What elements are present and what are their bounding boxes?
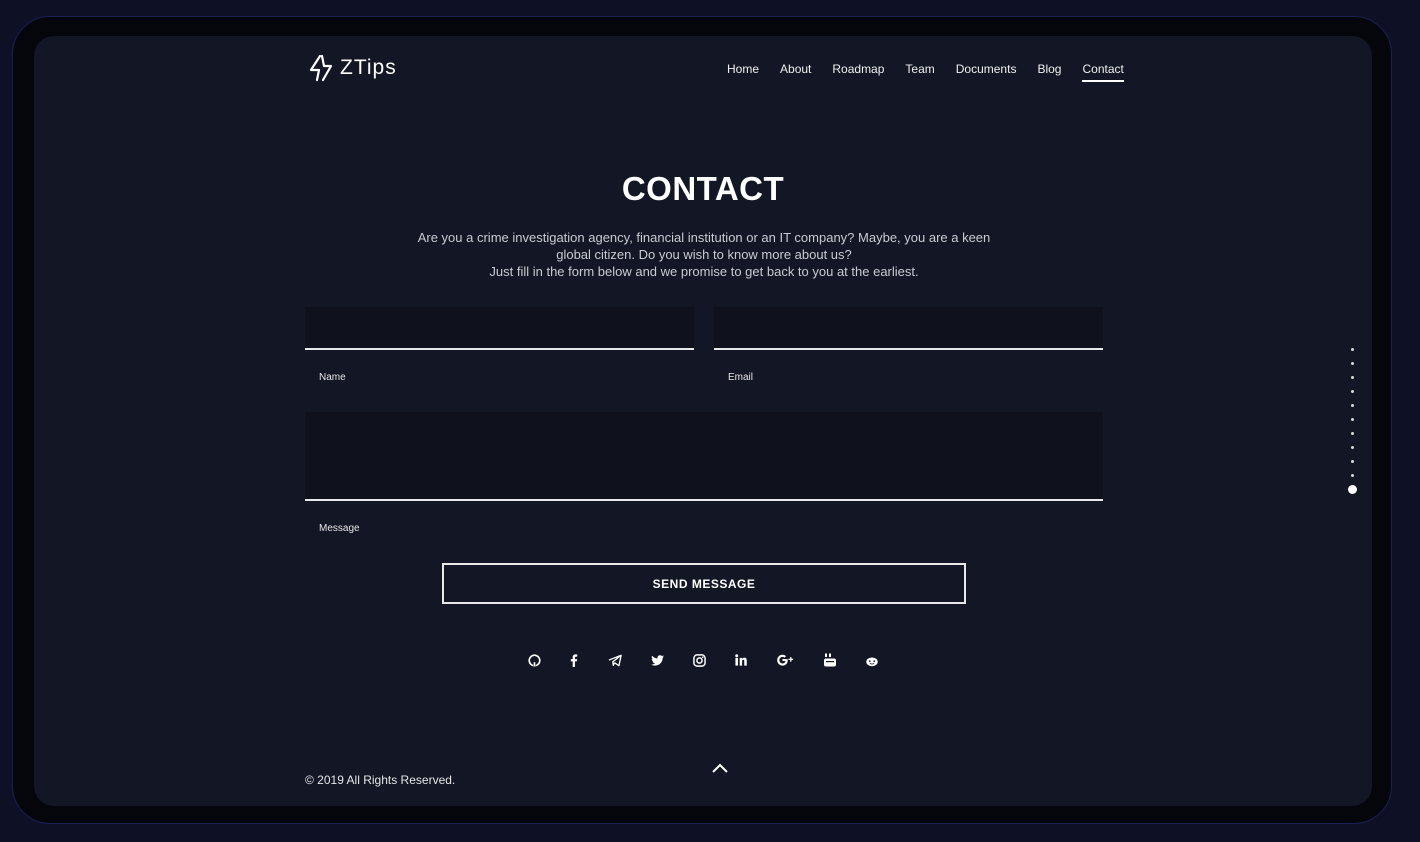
section-dot[interactable] [1351, 348, 1354, 351]
contact-intro: Are you a crime investigation agency, fi… [404, 229, 1004, 280]
message-field-wrapper [305, 412, 1103, 501]
social-links [34, 650, 1372, 670]
device-frame: ZTips Home About Roadmap Team Documents … [12, 16, 1392, 824]
email-field-wrapper [714, 307, 1103, 350]
google-plus-icon[interactable] [775, 650, 795, 670]
section-dot[interactable] [1351, 404, 1354, 407]
section-dot[interactable] [1351, 446, 1354, 449]
brand-logo[interactable]: ZTips [308, 54, 397, 82]
nav-about[interactable]: About [780, 62, 811, 82]
section-dot[interactable] [1351, 418, 1354, 421]
reddit-icon[interactable] [862, 650, 882, 670]
section-dot[interactable] [1351, 474, 1354, 477]
nav-blog[interactable]: Blog [1037, 62, 1061, 82]
section-dot[interactable] [1351, 390, 1354, 393]
nav-home[interactable]: Home [727, 62, 759, 82]
linkedin-icon[interactable] [731, 650, 751, 670]
message-textarea[interactable] [305, 412, 1103, 499]
brand-name: ZTips [340, 56, 397, 79]
name-field-wrapper [305, 307, 694, 350]
facebook-icon[interactable] [564, 650, 584, 670]
nav-roadmap[interactable]: Roadmap [832, 62, 884, 82]
intro-line-2: Just fill in the form below and we promi… [489, 264, 919, 279]
twitter-icon[interactable] [647, 650, 667, 670]
section-dot[interactable] [1351, 362, 1354, 365]
github-icon[interactable] [524, 650, 544, 670]
email-label: Email [728, 372, 754, 383]
footer-copyright: © 2019 All Rights Reserved. [305, 773, 456, 787]
ztips-logo-icon [309, 54, 333, 82]
page-screen: ZTips Home About Roadmap Team Documents … [34, 36, 1372, 806]
page-title: CONTACT [621, 170, 785, 207]
nav-contact[interactable]: Contact [1082, 62, 1124, 82]
message-label: Message [319, 523, 360, 534]
email-input[interactable] [714, 307, 1103, 348]
telegram-icon[interactable] [605, 650, 625, 670]
youtube-icon[interactable] [820, 650, 840, 670]
chevron-up-icon [712, 763, 728, 773]
instagram-icon[interactable] [689, 650, 709, 670]
send-message-button[interactable]: SEND MESSAGE [442, 563, 966, 604]
main-nav: Home About Roadmap Team Documents Blog C… [727, 62, 1124, 82]
section-dot[interactable] [1351, 376, 1354, 379]
section-dot[interactable] [1351, 432, 1354, 435]
section-dot-active[interactable] [1348, 485, 1357, 494]
back-to-top-button[interactable] [711, 761, 729, 775]
nav-documents[interactable]: Documents [956, 62, 1017, 82]
name-label: Name [319, 372, 346, 383]
name-input[interactable] [305, 307, 694, 348]
intro-line-1: Are you a crime investigation agency, fi… [417, 230, 991, 262]
nav-team[interactable]: Team [905, 62, 934, 82]
section-dot[interactable] [1351, 460, 1354, 463]
site-header: ZTips Home About Roadmap Team Documents … [34, 36, 1372, 102]
